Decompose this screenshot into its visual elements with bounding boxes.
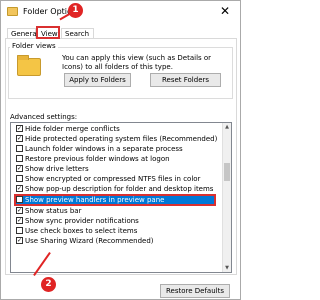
checkbox[interactable]: [16, 154, 23, 162]
list-item[interactable]: Restore previous folder windows at logon: [16, 154, 216, 164]
scrollbar[interactable]: ▲ ▼: [222, 123, 231, 272]
list-item[interactable]: Use check boxes to select items: [16, 226, 216, 236]
step-1-badge: 1: [68, 3, 83, 18]
checkbox[interactable]: ✓: [16, 124, 23, 132]
step-2-badge: 2: [41, 277, 56, 292]
list-item[interactable]: Show encrypted or compressed NTFS files …: [16, 174, 216, 184]
checkbox[interactable]: ✓: [16, 164, 23, 172]
list-item-label: Launch folder windows in a separate proc…: [25, 145, 183, 153]
list-item-label: Hide folder merge conflicts: [25, 125, 120, 133]
list-item[interactable]: ✓ Show drive letters: [16, 164, 216, 174]
tab-view[interactable]: View: [36, 26, 60, 39]
folder-views-icon: [17, 55, 41, 76]
list-item[interactable]: ✓ Show pop-up description for folder and …: [16, 184, 216, 194]
list-item[interactable]: ✓ Show status bar: [16, 206, 216, 216]
apply-to-folders-button[interactable]: Apply to Folders: [64, 73, 131, 87]
folder-views-description: You can apply this view (such as Details…: [62, 54, 212, 71]
list-item-label: Hide protected operating system files (R…: [25, 135, 218, 143]
checkbox[interactable]: [16, 226, 23, 234]
list-item-label: Show sync provider notifications: [25, 217, 139, 225]
list-item-label: Show pop-up description for folder and d…: [25, 185, 214, 193]
close-button[interactable]: ✕: [214, 3, 236, 20]
scroll-up-arrow-icon[interactable]: ▲: [223, 123, 231, 131]
list-item-label: Show preview handlers in preview pane: [25, 196, 165, 204]
folder-icon: [7, 7, 18, 16]
advanced-settings-label: Advanced settings:: [10, 113, 78, 121]
checkbox[interactable]: ✓: [16, 236, 23, 244]
title-bar: Folder Options ✕: [1, 1, 240, 23]
restore-defaults-button[interactable]: Restore Defaults: [160, 284, 230, 298]
tab-general[interactable]: General: [7, 28, 39, 38]
list-item-label: Restore previous folder windows at logon: [25, 155, 170, 163]
list-item[interactable]: Launch folder windows in a separate proc…: [16, 144, 216, 154]
folder-views-label: Folder views: [10, 42, 58, 50]
checkbox[interactable]: ✓: [16, 206, 23, 214]
scroll-down-arrow-icon[interactable]: ▼: [223, 264, 231, 272]
list-item[interactable]: ✓ Hide folder merge conflicts: [16, 124, 216, 134]
reset-folders-button[interactable]: Reset Folders: [150, 73, 221, 87]
checkbox[interactable]: [16, 144, 23, 152]
list-item-label: Use Sharing Wizard (Recommended): [25, 237, 154, 245]
checkbox[interactable]: [16, 174, 23, 182]
scroll-thumb[interactable]: [224, 163, 230, 181]
checkbox[interactable]: ✓: [16, 216, 23, 224]
tab-search[interactable]: Search: [61, 28, 94, 38]
advanced-settings-list[interactable]: ✓ Hide folder merge conflicts ✓ Hide prote…: [10, 122, 232, 273]
list-item-label: Show encrypted or compressed NTFS files …: [25, 175, 201, 183]
list-item-label: Use check boxes to select items: [25, 227, 138, 235]
list-item[interactable]: ✓ Show sync provider notifications: [16, 216, 216, 226]
list-item[interactable]: ✓ Use Sharing Wizard (Recommended): [16, 236, 216, 246]
folder-options-window: Folder Options ✕ General View Search Fol…: [0, 0, 241, 300]
list-item-label: Show status bar: [25, 207, 82, 215]
checkbox[interactable]: ✓: [16, 184, 23, 192]
list-item-selected[interactable]: Show preview handlers in preview pane: [14, 194, 216, 206]
checkbox[interactable]: ✓: [16, 134, 23, 142]
list-item[interactable]: ✓ Hide protected operating system files (…: [16, 134, 218, 144]
checkbox[interactable]: [16, 195, 23, 203]
list-item-label: Show drive letters: [25, 165, 89, 173]
tab-strip: General View Search: [6, 26, 237, 39]
